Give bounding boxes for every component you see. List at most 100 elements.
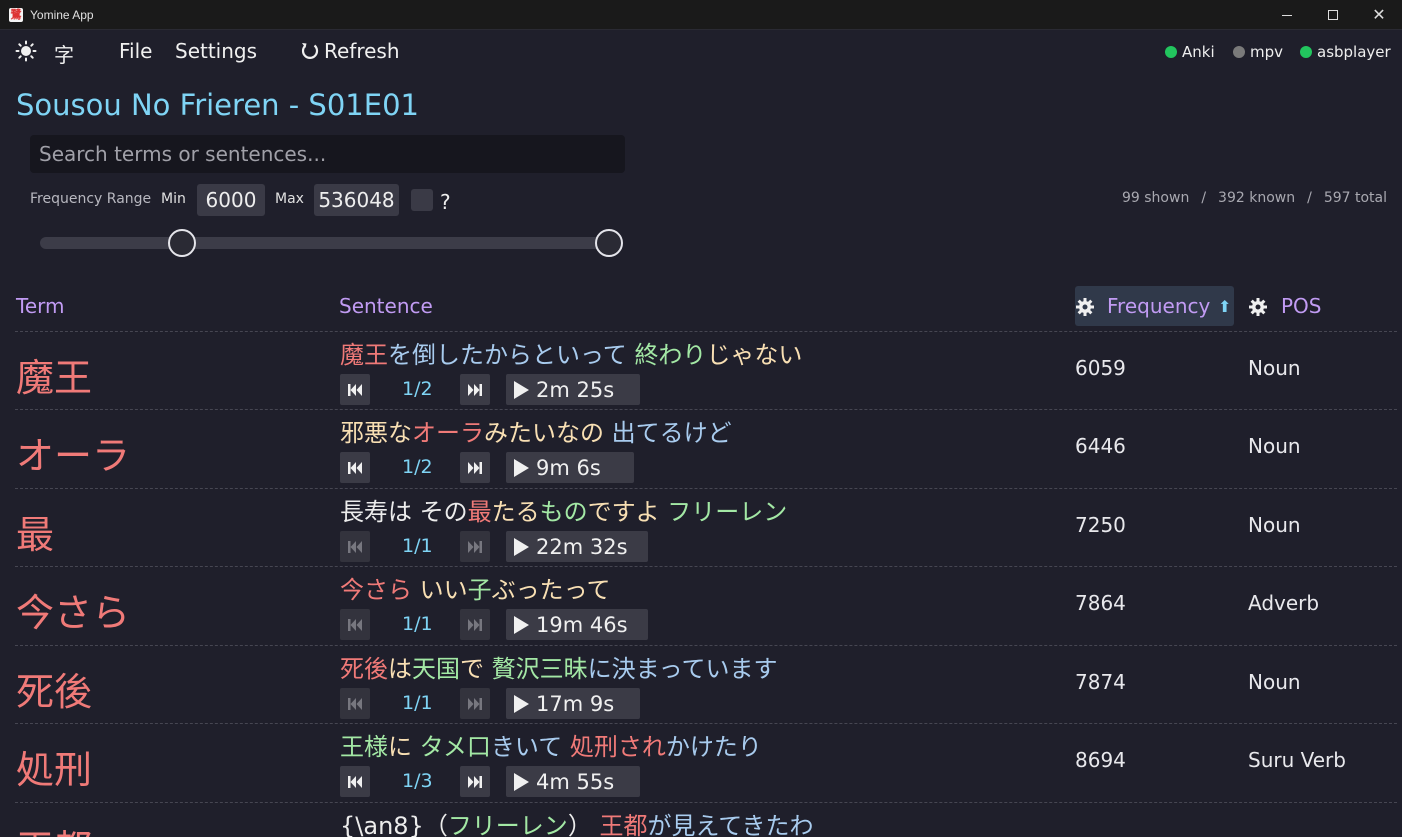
term-cell[interactable]: 王都 bbox=[16, 818, 92, 837]
sentence-counter: 1/3 bbox=[402, 770, 433, 792]
next-sentence-button[interactable] bbox=[460, 531, 490, 562]
pos-cell: Noun bbox=[1248, 513, 1301, 537]
next-sentence-button[interactable] bbox=[460, 609, 490, 640]
previous-sentence-button[interactable] bbox=[340, 766, 370, 797]
sentence-segment: じゃない bbox=[706, 341, 803, 369]
sentence-segment: ぶったって bbox=[491, 576, 611, 604]
sentence-segment: ） bbox=[567, 812, 600, 837]
term-cell[interactable]: 最 bbox=[16, 504, 54, 559]
frequency-cell: 7250 bbox=[1075, 513, 1126, 537]
next-sentence-button[interactable] bbox=[460, 688, 490, 719]
theme-toggle-icon[interactable] bbox=[15, 40, 37, 62]
close-button[interactable]: ✕ bbox=[1356, 0, 1402, 30]
sentence-segment: フリーレン bbox=[447, 812, 568, 837]
sentence-segment: 最 bbox=[467, 498, 492, 526]
frequency-header-label: Frequency bbox=[1107, 294, 1211, 318]
term-cell[interactable]: オーラ bbox=[16, 425, 130, 480]
sentence-segment: を倒したからといって bbox=[388, 341, 635, 369]
timestamp-label: 17m 9s bbox=[536, 691, 615, 716]
sentence-text[interactable]: 死後は天国で 贅沢三昧に決まっています bbox=[340, 649, 777, 684]
frequency-slider-max-handle[interactable] bbox=[595, 229, 623, 257]
shown-count: 99 shown bbox=[1122, 190, 1190, 206]
sentence-segment: 長寿は その bbox=[340, 498, 468, 526]
pos-cell: Noun bbox=[1248, 356, 1301, 380]
sentence-text[interactable]: 長寿は その最たるものですよ フリーレン bbox=[340, 492, 787, 527]
play-timestamp-button[interactable]: 17m 9s bbox=[506, 688, 640, 719]
skip-previous-icon bbox=[347, 775, 363, 789]
skip-next-icon bbox=[467, 461, 483, 475]
previous-sentence-button[interactable] bbox=[340, 374, 370, 405]
sentence-segment: たる bbox=[491, 498, 540, 526]
play-timestamp-button[interactable]: 22m 32s bbox=[506, 531, 648, 562]
play-timestamp-button[interactable]: 9m 6s bbox=[506, 452, 634, 483]
kanji-toggle-button[interactable]: 字 bbox=[54, 39, 74, 68]
previous-sentence-button[interactable] bbox=[340, 531, 370, 562]
row-divider bbox=[15, 802, 1397, 803]
sentence-segment: 魔王 bbox=[340, 341, 388, 369]
sentence-text[interactable]: {\an8}（フリーレン） 王都が見えてきたわ bbox=[340, 806, 814, 837]
sentence-segment: 処刑され bbox=[569, 733, 666, 761]
refresh-button[interactable]: Refresh bbox=[300, 39, 400, 63]
skip-previous-icon bbox=[347, 461, 363, 475]
previous-sentence-button[interactable] bbox=[340, 688, 370, 719]
term-cell[interactable]: 今さら bbox=[16, 582, 130, 637]
filter-checkbox[interactable] bbox=[411, 189, 433, 211]
frequency-cell: 7874 bbox=[1075, 670, 1126, 694]
play-icon bbox=[514, 615, 529, 634]
status-anki: Anki bbox=[1165, 43, 1215, 61]
frequency-slider-min-handle[interactable] bbox=[168, 229, 196, 257]
sentence-text[interactable]: 今さら いい子ぶったって bbox=[340, 570, 610, 605]
menu-settings[interactable]: Settings bbox=[175, 39, 257, 63]
row-divider bbox=[15, 331, 1397, 332]
sentence-segment: 贅沢三昧 bbox=[491, 655, 588, 683]
frequency-cell: 6446 bbox=[1075, 434, 1126, 458]
sentence-text[interactable]: 邪悪なオーラみたいなの 出てるけど bbox=[340, 413, 732, 448]
timestamp-label: 4m 55s bbox=[536, 769, 615, 794]
column-header-term[interactable]: Term bbox=[16, 294, 64, 318]
window-title: Yomine App bbox=[30, 7, 94, 22]
min-frequency-input[interactable]: 6000 bbox=[197, 184, 265, 216]
count-separator: / bbox=[1201, 190, 1207, 206]
sentence-counter: 1/1 bbox=[402, 613, 433, 635]
page-title: Sousou No Frieren - S01E01 bbox=[16, 88, 419, 122]
term-cell[interactable]: 死後 bbox=[16, 661, 92, 716]
help-button[interactable]: ? bbox=[440, 190, 451, 214]
row-divider bbox=[15, 488, 1397, 489]
column-header-pos[interactable]: POS bbox=[1281, 294, 1322, 318]
minimize-button[interactable] bbox=[1264, 0, 1310, 30]
play-timestamp-button[interactable]: 19m 46s bbox=[506, 609, 648, 640]
title-bar: 鷺 Yomine App ✕ bbox=[0, 0, 1402, 30]
sort-ascending-icon[interactable]: ⬆ bbox=[1218, 297, 1231, 316]
play-icon bbox=[514, 772, 529, 791]
play-icon bbox=[514, 694, 529, 713]
term-cell[interactable]: 魔王 bbox=[16, 347, 92, 402]
sentence-segment: ですよ bbox=[587, 498, 668, 526]
term-cell[interactable]: 処刑 bbox=[16, 739, 92, 794]
next-sentence-button[interactable] bbox=[460, 374, 490, 405]
sentence-text[interactable]: 王様に タメ口きいて 処刑されかけたり bbox=[340, 727, 762, 762]
sentence-text[interactable]: 魔王を倒したからといって 終わりじゃない bbox=[340, 335, 802, 370]
minimize-icon bbox=[1282, 14, 1292, 16]
gear-icon[interactable] bbox=[1075, 297, 1095, 317]
max-label: Max bbox=[275, 191, 304, 207]
search-input[interactable] bbox=[30, 135, 625, 173]
max-frequency-input[interactable]: 536048 bbox=[314, 184, 399, 216]
refresh-label: Refresh bbox=[324, 39, 400, 63]
column-header-sentence[interactable]: Sentence bbox=[339, 294, 433, 318]
play-timestamp-button[interactable]: 4m 55s bbox=[506, 766, 640, 797]
next-sentence-button[interactable] bbox=[460, 452, 490, 483]
previous-sentence-button[interactable] bbox=[340, 609, 370, 640]
maximize-button[interactable] bbox=[1310, 0, 1356, 30]
min-label: Min bbox=[161, 191, 186, 207]
gear-icon[interactable] bbox=[1248, 297, 1268, 317]
next-sentence-button[interactable] bbox=[460, 766, 490, 797]
skip-previous-icon bbox=[347, 540, 363, 554]
pos-cell: Adverb bbox=[1248, 591, 1320, 615]
sentence-counter: 1/1 bbox=[402, 692, 433, 714]
play-timestamp-button[interactable]: 2m 25s bbox=[506, 374, 640, 405]
frequency-slider-track[interactable] bbox=[40, 237, 612, 249]
previous-sentence-button[interactable] bbox=[340, 452, 370, 483]
sentence-segment: もの bbox=[539, 498, 588, 526]
frequency-cell: 8694 bbox=[1075, 748, 1126, 772]
menu-file[interactable]: File bbox=[119, 39, 152, 63]
